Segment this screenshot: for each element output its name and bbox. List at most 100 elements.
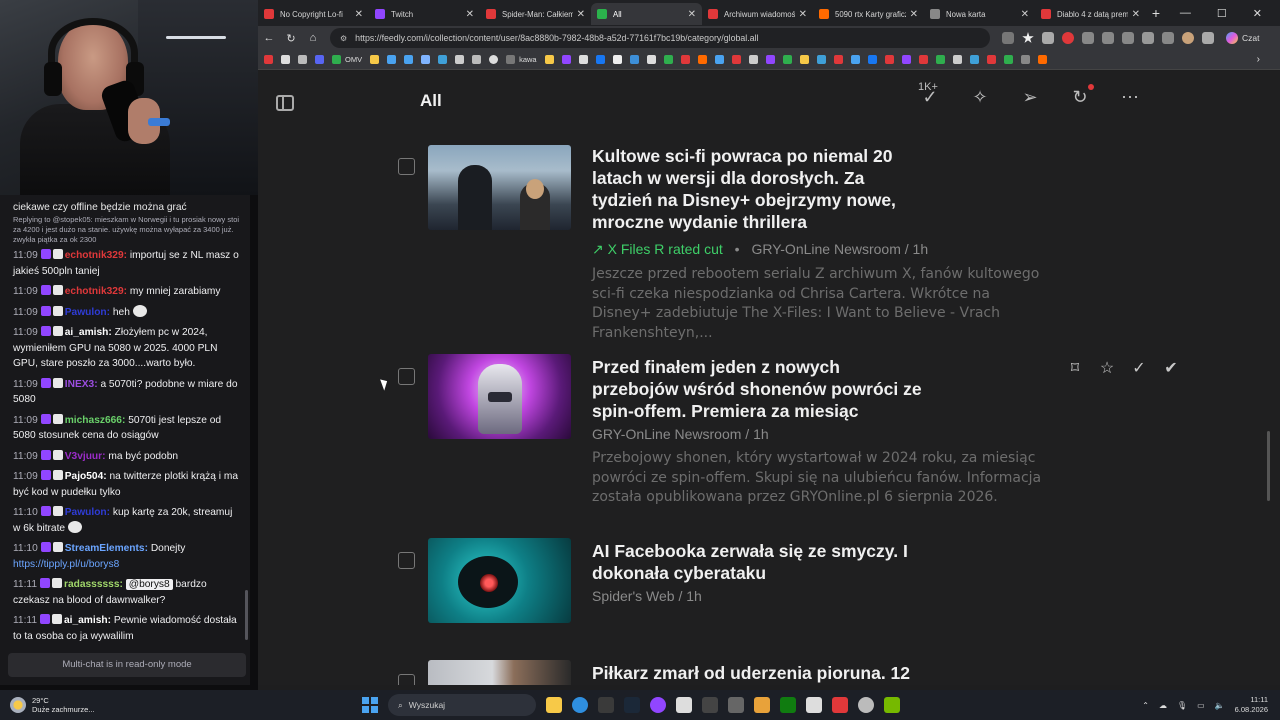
mark-above-read-icon[interactable]: ✔ xyxy=(1162,360,1180,378)
discord-icon[interactable] xyxy=(315,55,324,64)
article-checkbox[interactable] xyxy=(398,158,415,175)
bookmark-icon[interactable] xyxy=(1020,55,1030,64)
article-thumbnail[interactable] xyxy=(428,145,571,230)
trend-label[interactable]: X Files R rated cut xyxy=(608,241,723,257)
taskbar-search[interactable]: ⌕ Wyszukaj xyxy=(388,694,536,716)
bookmark-icon[interactable] xyxy=(952,55,962,64)
reload-icon[interactable]: ↻ xyxy=(280,32,302,45)
ai-sparkle-button[interactable]: ✧ xyxy=(968,85,992,109)
terminal-icon[interactable] xyxy=(728,697,744,713)
browser-tab[interactable]: Diablo 4 z datą premi ✕ xyxy=(1035,3,1146,25)
url-field[interactable]: ⚙ https://feedly.com/i/collection/conten… xyxy=(330,28,990,48)
bookmark-icon[interactable] xyxy=(264,55,273,64)
chat-username[interactable]: ai_amish: xyxy=(64,615,111,626)
bookmark-omv[interactable]: OMV xyxy=(345,55,362,64)
article-checkbox[interactable] xyxy=(398,552,415,569)
facebook-icon[interactable] xyxy=(595,55,605,64)
close-tab-icon[interactable]: ✕ xyxy=(355,9,363,20)
article-title[interactable]: Przed finałem jeden z nowych przebojów w… xyxy=(592,356,922,422)
app-icon[interactable] xyxy=(806,697,822,713)
chat-username[interactable]: ai_amish: xyxy=(65,327,112,338)
close-tab-icon[interactable]: ✕ xyxy=(577,9,585,20)
chat-username[interactable]: michasz666: xyxy=(65,415,126,426)
menu-dots-icon[interactable] xyxy=(1202,32,1214,44)
bookmark-icon[interactable] xyxy=(935,55,945,64)
bookmark-icon[interactable] xyxy=(748,55,758,64)
browser-tab[interactable]: Nowa karta ✕ xyxy=(924,3,1035,25)
app-icon[interactable] xyxy=(858,697,874,713)
article-checkbox[interactable] xyxy=(398,368,415,385)
zoom-icon[interactable] xyxy=(1002,32,1014,44)
xbox-icon[interactable] xyxy=(780,697,796,713)
collections-icon[interactable] xyxy=(1142,32,1154,44)
bookmark-icon[interactable]: ⌑ xyxy=(1066,360,1084,378)
star-icon[interactable]: ☆ xyxy=(1098,360,1116,378)
bookmark-icon[interactable] xyxy=(281,55,290,64)
steam-icon[interactable] xyxy=(624,697,640,713)
start-button[interactable] xyxy=(362,697,378,713)
bookmark-icon[interactable] xyxy=(833,55,843,64)
browser-tab[interactable]: Archiwum wiadomości ✕ xyxy=(702,3,813,25)
bookmark-icon[interactable] xyxy=(421,55,431,64)
article-thumbnail[interactable] xyxy=(428,538,571,623)
article-thumbnail[interactable] xyxy=(428,660,571,685)
article-title[interactable]: Kultowe sci-fi powraca po niemal 20 lata… xyxy=(592,145,902,233)
article-title[interactable]: AI Facebooka zerwała się ze smyczy. I do… xyxy=(592,540,922,584)
nvidia-icon[interactable] xyxy=(884,697,900,713)
clock[interactable]: 11:11 6.08.2026 xyxy=(1235,695,1268,715)
profile-avatar[interactable] xyxy=(1182,32,1194,44)
weather-widget[interactable]: 29°C Duże zachmurze... xyxy=(10,696,150,714)
chat-username[interactable]: V3vjuur: xyxy=(65,451,106,462)
extension-red-icon[interactable] xyxy=(1062,32,1074,44)
bookmark-icon[interactable] xyxy=(370,55,380,64)
bookmark-icon[interactable] xyxy=(663,55,673,64)
share-button[interactable]: ➢ xyxy=(1018,85,1042,109)
close-tab-icon[interactable]: ✕ xyxy=(688,9,696,20)
more-options-button[interactable]: ⋯ xyxy=(1118,85,1142,109)
refresh-button[interactable]: ↻ xyxy=(1068,84,1094,109)
bookmark-icon[interactable] xyxy=(986,55,996,64)
app-icon[interactable] xyxy=(650,697,666,713)
chat-username[interactable]: radassssss: xyxy=(64,579,123,590)
chat-username[interactable]: Pawulon: xyxy=(65,307,110,318)
bookmark-icon[interactable] xyxy=(731,55,741,64)
close-tab-icon[interactable]: ✕ xyxy=(1132,9,1140,20)
x-icon[interactable] xyxy=(612,55,622,64)
bookmark-icon[interactable] xyxy=(387,55,397,64)
bluesky-icon[interactable] xyxy=(629,55,639,64)
back-icon[interactable]: ← xyxy=(258,32,280,44)
bookmark-star-icon[interactable] xyxy=(1022,32,1034,43)
kawa-icon[interactable] xyxy=(506,55,516,64)
bookmark-icon[interactable] xyxy=(697,55,707,64)
bookmark-icon[interactable] xyxy=(544,55,554,64)
bookmark-icon[interactable] xyxy=(884,55,894,64)
bookmark-icon[interactable] xyxy=(1003,55,1013,64)
article-source[interactable]: Spider's Web / 1h xyxy=(592,588,702,604)
article-thumbnail[interactable] xyxy=(428,354,571,439)
app-icon[interactable] xyxy=(832,697,848,713)
close-tab-icon[interactable]: ✕ xyxy=(466,9,474,20)
bookmark-icon[interactable] xyxy=(765,55,775,64)
chat-username[interactable]: echotnik329: xyxy=(65,250,127,261)
article-source[interactable]: GRY-OnLine Newsroom / 1h xyxy=(751,241,928,257)
browser-tab[interactable]: 5090 rtx Karty graficzn ✕ xyxy=(813,3,924,25)
bookmark-icon[interactable] xyxy=(816,55,826,64)
twitch-bookmark-icon[interactable] xyxy=(561,55,571,64)
bookmark-icon[interactable] xyxy=(438,55,448,64)
chat-username[interactable]: echotnik329: xyxy=(65,286,127,297)
close-window-icon[interactable]: ✕ xyxy=(1253,7,1262,20)
chat-username[interactable]: Pawulon: xyxy=(65,507,110,518)
mark-read-icon[interactable]: ✓ xyxy=(1130,360,1148,378)
mark-all-read-button[interactable]: 1K+ ✓ xyxy=(918,81,942,109)
chat-username[interactable]: INEX3: xyxy=(65,379,98,390)
bookmark-icon[interactable] xyxy=(489,55,499,64)
chat-username[interactable]: Pajo504: xyxy=(65,471,107,482)
chat-link[interactable]: https://tipply.pl/u/borys8 xyxy=(13,559,119,570)
maximize-icon[interactable]: ☐ xyxy=(1217,7,1227,20)
article-snippet[interactable]: Jeszcze przed rebootem serialu Z archiwu… xyxy=(592,265,1047,343)
bookmark-icon[interactable] xyxy=(578,55,588,64)
bookmark-icon[interactable] xyxy=(646,55,656,64)
file-explorer-icon[interactable] xyxy=(546,697,562,713)
article-title[interactable]: Piłkarz zmarł od uderzenia pioruna. 12 xyxy=(592,662,932,684)
close-tab-icon[interactable]: ✕ xyxy=(910,9,918,20)
